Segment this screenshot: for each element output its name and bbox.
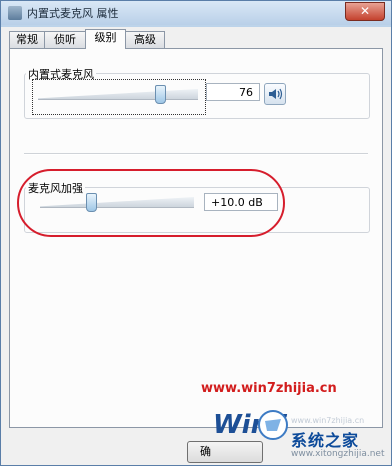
properties-dialog: 内置式麦克风 属性 ✕ 常规 侦听 级别 高级 内置式麦克风 76 麦克风加强 … bbox=[0, 0, 392, 466]
microphone-level-text: 76 bbox=[239, 86, 253, 99]
highlight-annotation bbox=[17, 169, 285, 237]
close-icon: ✕ bbox=[359, 4, 371, 18]
watermark-logo: Win7 bbox=[213, 410, 288, 440]
close-button[interactable]: ✕ bbox=[345, 2, 385, 21]
watermark-faint-domain: www.win7zhijia.cn bbox=[291, 416, 365, 425]
mute-toggle-button[interactable] bbox=[264, 83, 286, 105]
tab-label: 常规 bbox=[16, 33, 38, 46]
microphone-level-thumb[interactable] bbox=[154, 85, 166, 104]
tab-advanced[interactable]: 高级 bbox=[125, 31, 165, 48]
tab-general[interactable]: 常规 bbox=[9, 31, 45, 48]
tab-panel-levels: 内置式麦克风 76 麦克风加强 +10.0 dB bbox=[9, 48, 383, 428]
title-bar[interactable]: 内置式麦克风 属性 ✕ bbox=[1, 1, 391, 25]
tab-label: 高级 bbox=[134, 33, 156, 46]
watermark-site-name: 系统之家 bbox=[291, 431, 360, 450]
ok-button-label: 确 bbox=[200, 445, 211, 458]
tab-label: 级别 bbox=[94, 31, 117, 44]
tab-levels[interactable]: 级别 bbox=[85, 29, 126, 49]
tab-listen[interactable]: 侦听 bbox=[44, 31, 86, 48]
watermark-domain: www.xitongzhijia.net bbox=[291, 449, 385, 459]
microphone-level-value[interactable]: 76 bbox=[206, 83, 260, 101]
watermark-url: www.win7zhijia.cn bbox=[201, 381, 337, 396]
tab-label: 侦听 bbox=[54, 33, 76, 46]
section-divider bbox=[24, 153, 368, 155]
microphone-icon bbox=[8, 6, 22, 20]
window-title: 内置式麦克风 属性 bbox=[27, 7, 119, 20]
speaker-icon bbox=[269, 88, 283, 100]
